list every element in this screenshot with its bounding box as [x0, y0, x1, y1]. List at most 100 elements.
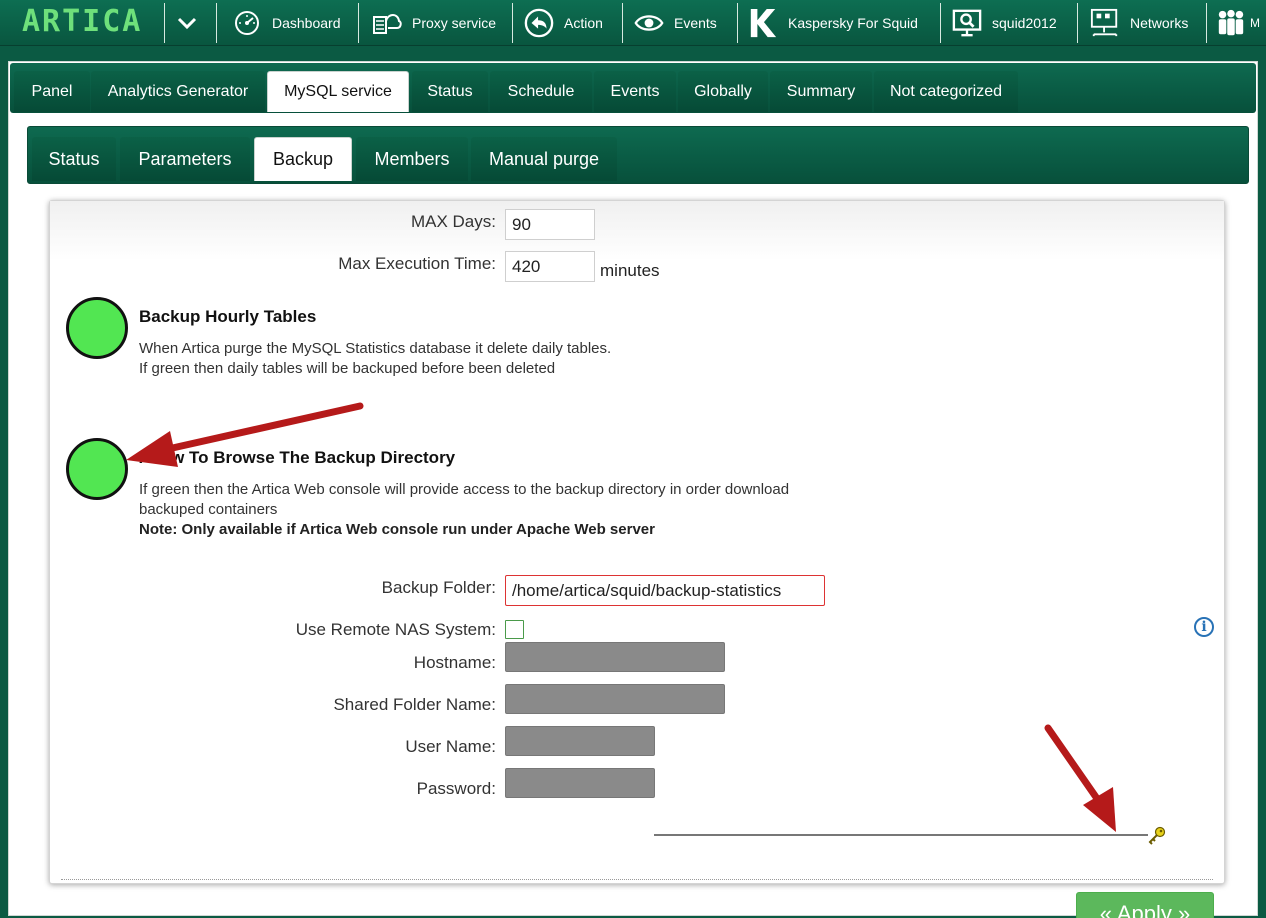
- remote-nas-label: Use Remote NAS System:: [295, 620, 496, 639]
- info-icon[interactable]: i: [1194, 617, 1214, 637]
- tab-label: Backup: [272, 149, 334, 169]
- tab-analytics-generator[interactable]: Analytics Generator: [91, 71, 265, 112]
- tab-label: Parameters: [138, 148, 232, 169]
- kaspersky-logo-icon: [748, 8, 778, 38]
- nav-label: Kaspersky For Squid: [788, 15, 918, 31]
- apply-button[interactable]: « Apply »: [1076, 892, 1214, 918]
- subtab-members[interactable]: Members: [356, 137, 468, 181]
- separator: [622, 3, 623, 43]
- separator: [1077, 3, 1078, 43]
- browse-directory-desc-2: backuped containers: [139, 501, 278, 518]
- browse-directory-desc-1: If green then the Artica Web console wil…: [139, 481, 790, 498]
- tab-label: Manual purge: [488, 148, 600, 169]
- subtab-backup[interactable]: Backup: [254, 137, 352, 181]
- user-name-label: User Name:: [405, 737, 496, 756]
- hourly-tables-title: Backup Hourly Tables: [139, 307, 317, 326]
- tab-panel[interactable]: Panel: [14, 71, 90, 112]
- form-divider: [61, 879, 1213, 880]
- proxy-server-icon: [372, 8, 402, 38]
- tab-label: Status: [427, 82, 473, 100]
- browse-directory-status-toggle[interactable]: [66, 438, 128, 500]
- nav-label: Networks: [1130, 15, 1189, 31]
- max-days-input[interactable]: [505, 209, 595, 240]
- max-execution-time-label: Max Execution Time:: [338, 254, 496, 273]
- tab-label: MySQL service: [284, 83, 392, 100]
- separator: [164, 3, 165, 43]
- tab-not-categorized[interactable]: Not categorized: [874, 71, 1018, 112]
- sub-tab-bar: Status Parameters Backup Members Manual …: [27, 126, 1249, 184]
- top-navigation-bar: ARTICA Dashboard Proxy service Action Ev…: [0, 0, 1266, 46]
- tab-label: Analytics Generator: [107, 82, 249, 100]
- nav-networks[interactable]: Networks: [1090, 0, 1188, 46]
- key-icon[interactable]: [1147, 826, 1167, 851]
- password-input[interactable]: [505, 768, 655, 798]
- separator: [737, 3, 738, 43]
- minutes-unit: minutes: [600, 261, 660, 280]
- nav-label: squid2012: [992, 15, 1057, 31]
- network-icon: [1090, 8, 1120, 38]
- tab-globally[interactable]: Globally: [678, 71, 768, 112]
- hostname-input[interactable]: [505, 642, 725, 672]
- nav-events[interactable]: Events: [634, 0, 717, 46]
- back-arrow-icon: [524, 8, 554, 38]
- max-execution-time-input[interactable]: [505, 251, 595, 282]
- shared-folder-input[interactable]: [505, 684, 725, 714]
- separator: [1206, 3, 1207, 43]
- main-tab-bar: Panel Analytics Generator MySQL service …: [10, 63, 1256, 113]
- main-panel: Panel Analytics Generator MySQL service …: [8, 61, 1258, 918]
- password-label: Password:: [416, 779, 496, 798]
- tab-label: Schedule: [507, 82, 575, 100]
- nav-kaspersky[interactable]: Kaspersky For Squid: [748, 0, 918, 46]
- nav-action[interactable]: Action: [524, 0, 603, 46]
- chevron-down-icon: [176, 12, 198, 34]
- nav-label: Events: [674, 15, 717, 31]
- menu-toggle[interactable]: [176, 0, 198, 46]
- browse-directory-note: Note: Only available if Artica Web conso…: [139, 521, 655, 538]
- tab-label: Members: [374, 148, 450, 169]
- nav-dashboard[interactable]: Dashboard: [232, 0, 341, 46]
- remote-nas-checkbox[interactable]: [505, 620, 524, 639]
- tab-schedule[interactable]: Schedule: [490, 71, 592, 112]
- shared-folder-label: Shared Folder Name:: [333, 695, 496, 714]
- separator: [940, 3, 941, 43]
- tab-label: Not categorized: [889, 82, 1003, 100]
- backup-folder-label: Backup Folder:: [381, 578, 496, 597]
- subtab-parameters[interactable]: Parameters: [120, 137, 250, 181]
- tab-label: Events: [610, 82, 660, 100]
- tab-label: Summary: [786, 82, 856, 100]
- tab-label: Panel: [31, 82, 73, 100]
- max-days-label: MAX Days:: [410, 212, 496, 231]
- artica-logo[interactable]: ARTICA: [22, 4, 142, 39]
- separator: [358, 3, 359, 43]
- user-name-input[interactable]: [505, 726, 655, 756]
- monitor-search-icon: [952, 8, 982, 38]
- separator: [512, 3, 513, 43]
- subtab-manual-purge[interactable]: Manual purge: [471, 137, 617, 181]
- hourly-tables-desc-2: If green then daily tables will be backu…: [139, 360, 556, 377]
- nav-squid2012[interactable]: squid2012: [952, 0, 1057, 46]
- backup-folder-input[interactable]: [505, 575, 825, 606]
- nav-label: Action: [564, 15, 603, 31]
- subtab-status[interactable]: Status: [32, 137, 116, 181]
- tab-mysql-service[interactable]: MySQL service: [267, 71, 409, 112]
- browse-directory-title: Allow To Browse The Backup Directory: [139, 448, 456, 467]
- users-group-icon: [1216, 8, 1246, 38]
- tab-label: Status: [48, 148, 100, 169]
- hourly-tables-status-toggle[interactable]: [66, 297, 128, 359]
- separator: [216, 3, 217, 43]
- hourly-tables-desc-1: When Artica purge the MySQL Statistics d…: [139, 340, 612, 357]
- nav-proxy-service[interactable]: Proxy service: [372, 0, 496, 46]
- eye-icon: [634, 8, 664, 38]
- tab-label: Globally: [694, 82, 752, 100]
- password-strength-line: [654, 834, 1148, 836]
- tab-events[interactable]: Events: [594, 71, 676, 112]
- speedometer-icon: [232, 8, 262, 38]
- nav-label: M: [1250, 16, 1260, 30]
- hostname-label: Hostname:: [413, 653, 496, 672]
- nav-label: Proxy service: [412, 15, 497, 31]
- tab-summary[interactable]: Summary: [770, 71, 872, 112]
- backup-settings-form: MAX Days: Max Execution Time: minutes Ba…: [49, 200, 1225, 918]
- tab-status[interactable]: Status: [412, 71, 488, 112]
- nav-label: Dashboard: [272, 15, 341, 31]
- nav-members-overflow[interactable]: M: [1216, 0, 1260, 46]
